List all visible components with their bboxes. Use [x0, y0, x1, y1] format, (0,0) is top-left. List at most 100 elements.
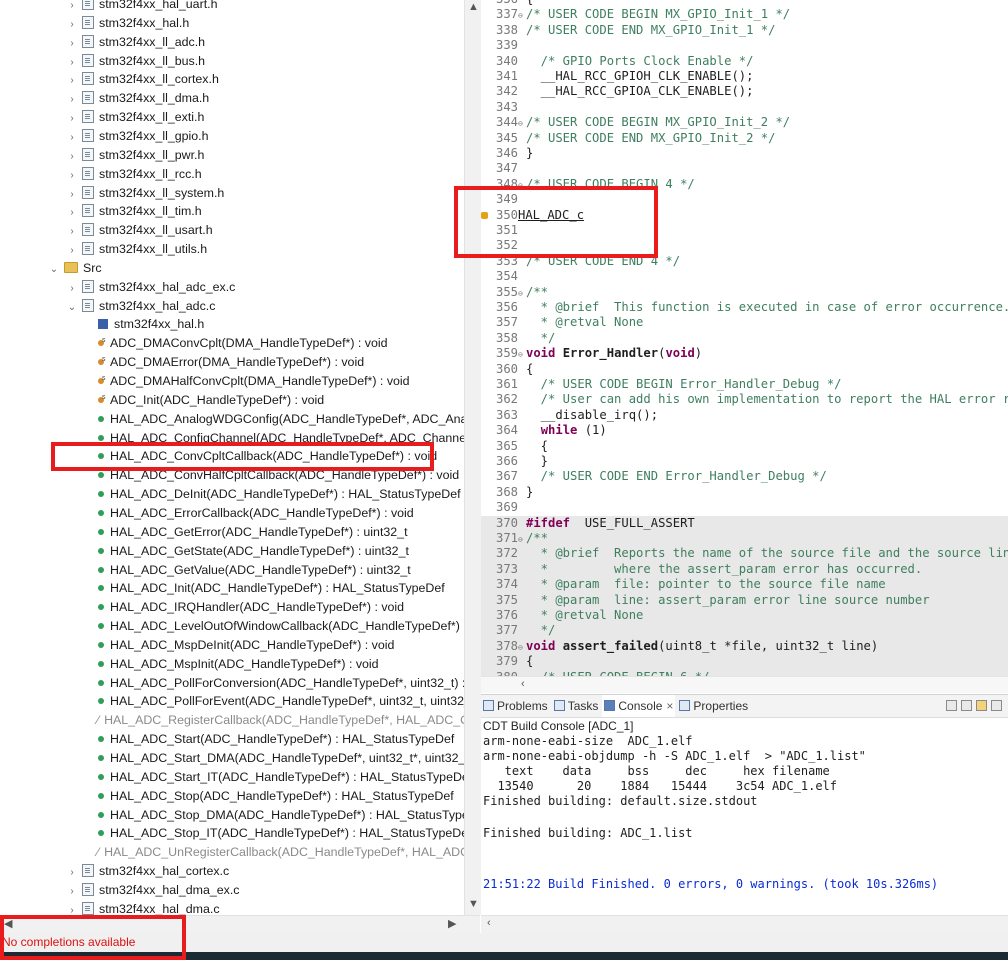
console-horizontal-scrollbar[interactable]: ‹: [481, 915, 1008, 934]
tree-item[interactable]: HAL_ADC_PollForConversion(ADC_HandleType…: [96, 674, 464, 693]
code-line[interactable]: 367 /* USER CODE END Error_Handler_Debug…: [481, 469, 1008, 484]
code-line[interactable]: 379 {: [481, 654, 1008, 670]
code-line[interactable]: 370 #ifdef USE_FULL_ASSERT: [481, 515, 1008, 531]
code-line[interactable]: 363 __disable_irq();: [481, 408, 1008, 423]
code-line[interactable]: 353 /* USER CODE END 4 */: [481, 254, 1008, 269]
scroll-right-icon[interactable]: ▶: [448, 917, 456, 930]
tree-item[interactable]: HAL_ADC_MspDeInit(ADC_HandleTypeDef*) : …: [96, 636, 394, 655]
tree-item[interactable]: ⌄ stm32f4xx_hal_adc.c: [66, 297, 215, 316]
tab-tasks[interactable]: Tasks: [552, 695, 601, 717]
expand-toggle-icon[interactable]: ›: [66, 222, 78, 241]
tree-item[interactable]: HAL_ADC_ConfigChannel(ADC_HandleTypeDef*…: [96, 429, 464, 448]
console-output[interactable]: arm-none-eabi-size ADC_1.elf arm-none-eab…: [481, 734, 1008, 892]
expand-toggle-icon[interactable]: ›: [66, 15, 78, 34]
tree-item[interactable]: stm32f4xx_hal.h: [96, 315, 204, 334]
code-line[interactable]: 342 __HAL_RCC_GPIOA_CLK_ENABLE();: [481, 84, 1008, 99]
code-line[interactable]: 371⊖/**: [481, 531, 1008, 547]
code-line[interactable]: 373 * where the assert_param error has o…: [481, 561, 1008, 578]
code-line[interactable]: 364 while (1): [481, 423, 1008, 438]
scroll-left-icon[interactable]: ‹: [487, 917, 491, 929]
tree-item[interactable]: HAL_ADC_ConvHalfCpltCallback(ADC_HandleT…: [96, 466, 459, 485]
code-line[interactable]: 343: [481, 100, 1008, 115]
tree-item[interactable]: › stm32f4xx_ll_bus.h: [66, 52, 205, 71]
fold-toggle-icon[interactable]: ⊖: [518, 8, 526, 23]
expand-toggle-icon[interactable]: ›: [66, 34, 78, 53]
tree-item[interactable]: › stm32f4xx_ll_dma.h: [66, 89, 209, 108]
fold-toggle-icon[interactable]: ⊖: [518, 116, 526, 131]
scroll-up-icon[interactable]: ▲: [468, 1, 479, 13]
tree-item[interactable]: › stm32f4xx_ll_cortex.h: [66, 70, 219, 89]
expand-toggle-icon[interactable]: ›: [66, 0, 78, 15]
editor-horizontal-scrollbar[interactable]: ‹: [481, 676, 1008, 693]
expand-toggle-icon[interactable]: ›: [66, 279, 78, 298]
pin-console-icon[interactable]: [976, 700, 987, 711]
code-line[interactable]: 377 */: [481, 623, 1008, 639]
code-line[interactable]: 341 __HAL_RCC_GPIOH_CLK_ENABLE();: [481, 69, 1008, 84]
code-line[interactable]: 352: [481, 238, 1008, 253]
tree-item[interactable]: HAL_ADC_GetState(ADC_HandleTypeDef*) : u…: [96, 542, 409, 561]
code-line[interactable]: 337⊖/* USER CODE BEGIN MX_GPIO_Init_1 */: [481, 7, 1008, 22]
tree-item[interactable]: › stm32f4xx_ll_gpio.h: [66, 127, 209, 146]
code-line[interactable]: 359⊖ void Error_Handler(void): [481, 346, 1008, 361]
tree-item[interactable]: ⌄ Src: [48, 259, 102, 278]
code-line[interactable]: 354: [481, 269, 1008, 284]
tree-item[interactable]: HAL_ADC_DeInit(ADC_HandleTypeDef*) : HAL…: [96, 485, 461, 504]
expand-toggle-icon[interactable]: ›: [66, 53, 78, 72]
tree-item[interactable]: HAL_ADC_AnalogWDGConfig(ADC_HandleTypeDe…: [96, 410, 464, 429]
fold-toggle-icon[interactable]: ⊖: [518, 347, 526, 362]
scroll-left-icon[interactable]: ◀: [4, 917, 12, 930]
expand-toggle-icon[interactable]: ›: [66, 109, 78, 128]
code-line[interactable]: 347: [481, 161, 1008, 176]
tree-item[interactable]: › stm32f4xx_hal.h: [66, 14, 189, 33]
expand-toggle-icon[interactable]: ›: [66, 863, 78, 882]
tree-item[interactable]: HAL_ADC_Start(ADC_HandleTypeDef*) : HAL_…: [96, 730, 454, 749]
tree-item[interactable]: › stm32f4xx_ll_adc.h: [66, 33, 205, 52]
tree-item[interactable]: › stm32f4xx_ll_pwr.h: [66, 146, 204, 165]
explorer-vertical-scrollbar[interactable]: ▲ ▼: [464, 0, 481, 915]
code-line[interactable]: 340 /* GPIO Ports Clock Enable */: [481, 54, 1008, 69]
expand-toggle-icon[interactable]: ›: [66, 901, 78, 915]
expand-toggle-icon[interactable]: ›: [66, 147, 78, 166]
tree-item[interactable]: › stm32f4xx_ll_system.h: [66, 184, 224, 203]
expand-toggle-icon[interactable]: ⌄: [48, 260, 60, 279]
tree-item[interactable]: HAL_ADC_GetValue(ADC_HandleTypeDef*) : u…: [96, 561, 411, 580]
tree-item[interactable]: ADC_Init(ADC_HandleTypeDef*) : void: [96, 388, 324, 410]
code-line[interactable]: 362 /* User can add his own implementati…: [481, 392, 1008, 407]
tree-item[interactable]: ADC_DMAHalfConvCplt(DMA_HandleTypeDef*) …: [96, 369, 410, 391]
code-line[interactable]: 348⊖/* USER CODE BEGIN 4 */: [481, 177, 1008, 192]
tree-item[interactable]: › stm32f4xx_ll_usart.h: [66, 221, 213, 240]
code-line[interactable]: 369: [481, 500, 1008, 515]
tree-item[interactable]: › stm32f4xx_ll_rcc.h: [66, 165, 202, 184]
code-line[interactable]: 372 * @brief Reports the name of the sou…: [481, 546, 1008, 562]
tree-item[interactable]: ADC_DMAError(DMA_HandleTypeDef*) : void: [96, 350, 364, 372]
tree-item[interactable]: HAL_ADC_ErrorCallback(ADC_HandleTypeDef*…: [96, 504, 414, 523]
expand-toggle-icon[interactable]: ›: [66, 128, 78, 147]
tree-item[interactable]: › stm32f4xx_hal_adc_ex.c: [66, 278, 235, 297]
code-line[interactable]: 345 /* USER CODE END MX_GPIO_Init_2 */: [481, 131, 1008, 146]
explorer-horizontal-scrollbar[interactable]: ◀ ▶: [0, 915, 480, 934]
code-line[interactable]: 357 * @retval None: [481, 315, 1008, 330]
code-line[interactable]: 344⊖/* USER CODE BEGIN MX_GPIO_Init_2 */: [481, 115, 1008, 130]
code-line[interactable]: 349: [481, 192, 1008, 207]
expand-toggle-icon[interactable]: ›: [66, 203, 78, 222]
tree-item[interactable]: HAL_ADC_Stop_IT(ADC_HandleTypeDef*) : HA…: [96, 824, 464, 843]
expand-toggle-icon[interactable]: ›: [66, 166, 78, 185]
tree-item[interactable]: HAL_ADC_Start_DMA(ADC_HandleTypeDef*, ui…: [96, 749, 464, 768]
code-line[interactable]: 368}: [481, 485, 1008, 500]
code-line[interactable]: 356 * @brief This function is executed i…: [481, 300, 1008, 315]
tree-item[interactable]: HAL_ADC_Init(ADC_HandleTypeDef*) : HAL_S…: [96, 579, 445, 598]
tree-item[interactable]: HAL_ADC_Stop(ADC_HandleTypeDef*) : HAL_S…: [96, 787, 454, 806]
tree-item[interactable]: › stm32f4xx_ll_utils.h: [66, 240, 207, 259]
tree-item[interactable]: › stm32f4xx_hal_dma.c: [66, 900, 220, 915]
code-line[interactable]: 339: [481, 38, 1008, 53]
code-line[interactable]: 365 {: [481, 439, 1008, 454]
tree-item[interactable]: ADC_DMAConvCplt(DMA_HandleTypeDef*) : vo…: [96, 331, 388, 353]
tree-item[interactable]: ⁄ HAL_ADC_UnRegisterCallback(ADC_HandleTy…: [96, 843, 464, 862]
tree-item[interactable]: HAL_ADC_Stop_DMA(ADC_HandleTypeDef*) : H…: [96, 806, 464, 825]
tree-item[interactable]: HAL_ADC_PollForEvent(ADC_HandleTypeDef*,…: [96, 692, 464, 711]
tree-item[interactable]: › stm32f4xx_hal_uart.h: [66, 0, 217, 14]
code-line[interactable]: 378⊖ void assert_failed(uint8_t *file, ui…: [481, 638, 1008, 655]
code-line[interactable]: 350 HAL_ADC_c: [481, 208, 1008, 223]
code-line[interactable]: 346}: [481, 146, 1008, 161]
code-editor[interactable]: 336{337⊖/* USER CODE BEGIN MX_GPIO_Init_…: [481, 0, 1008, 692]
